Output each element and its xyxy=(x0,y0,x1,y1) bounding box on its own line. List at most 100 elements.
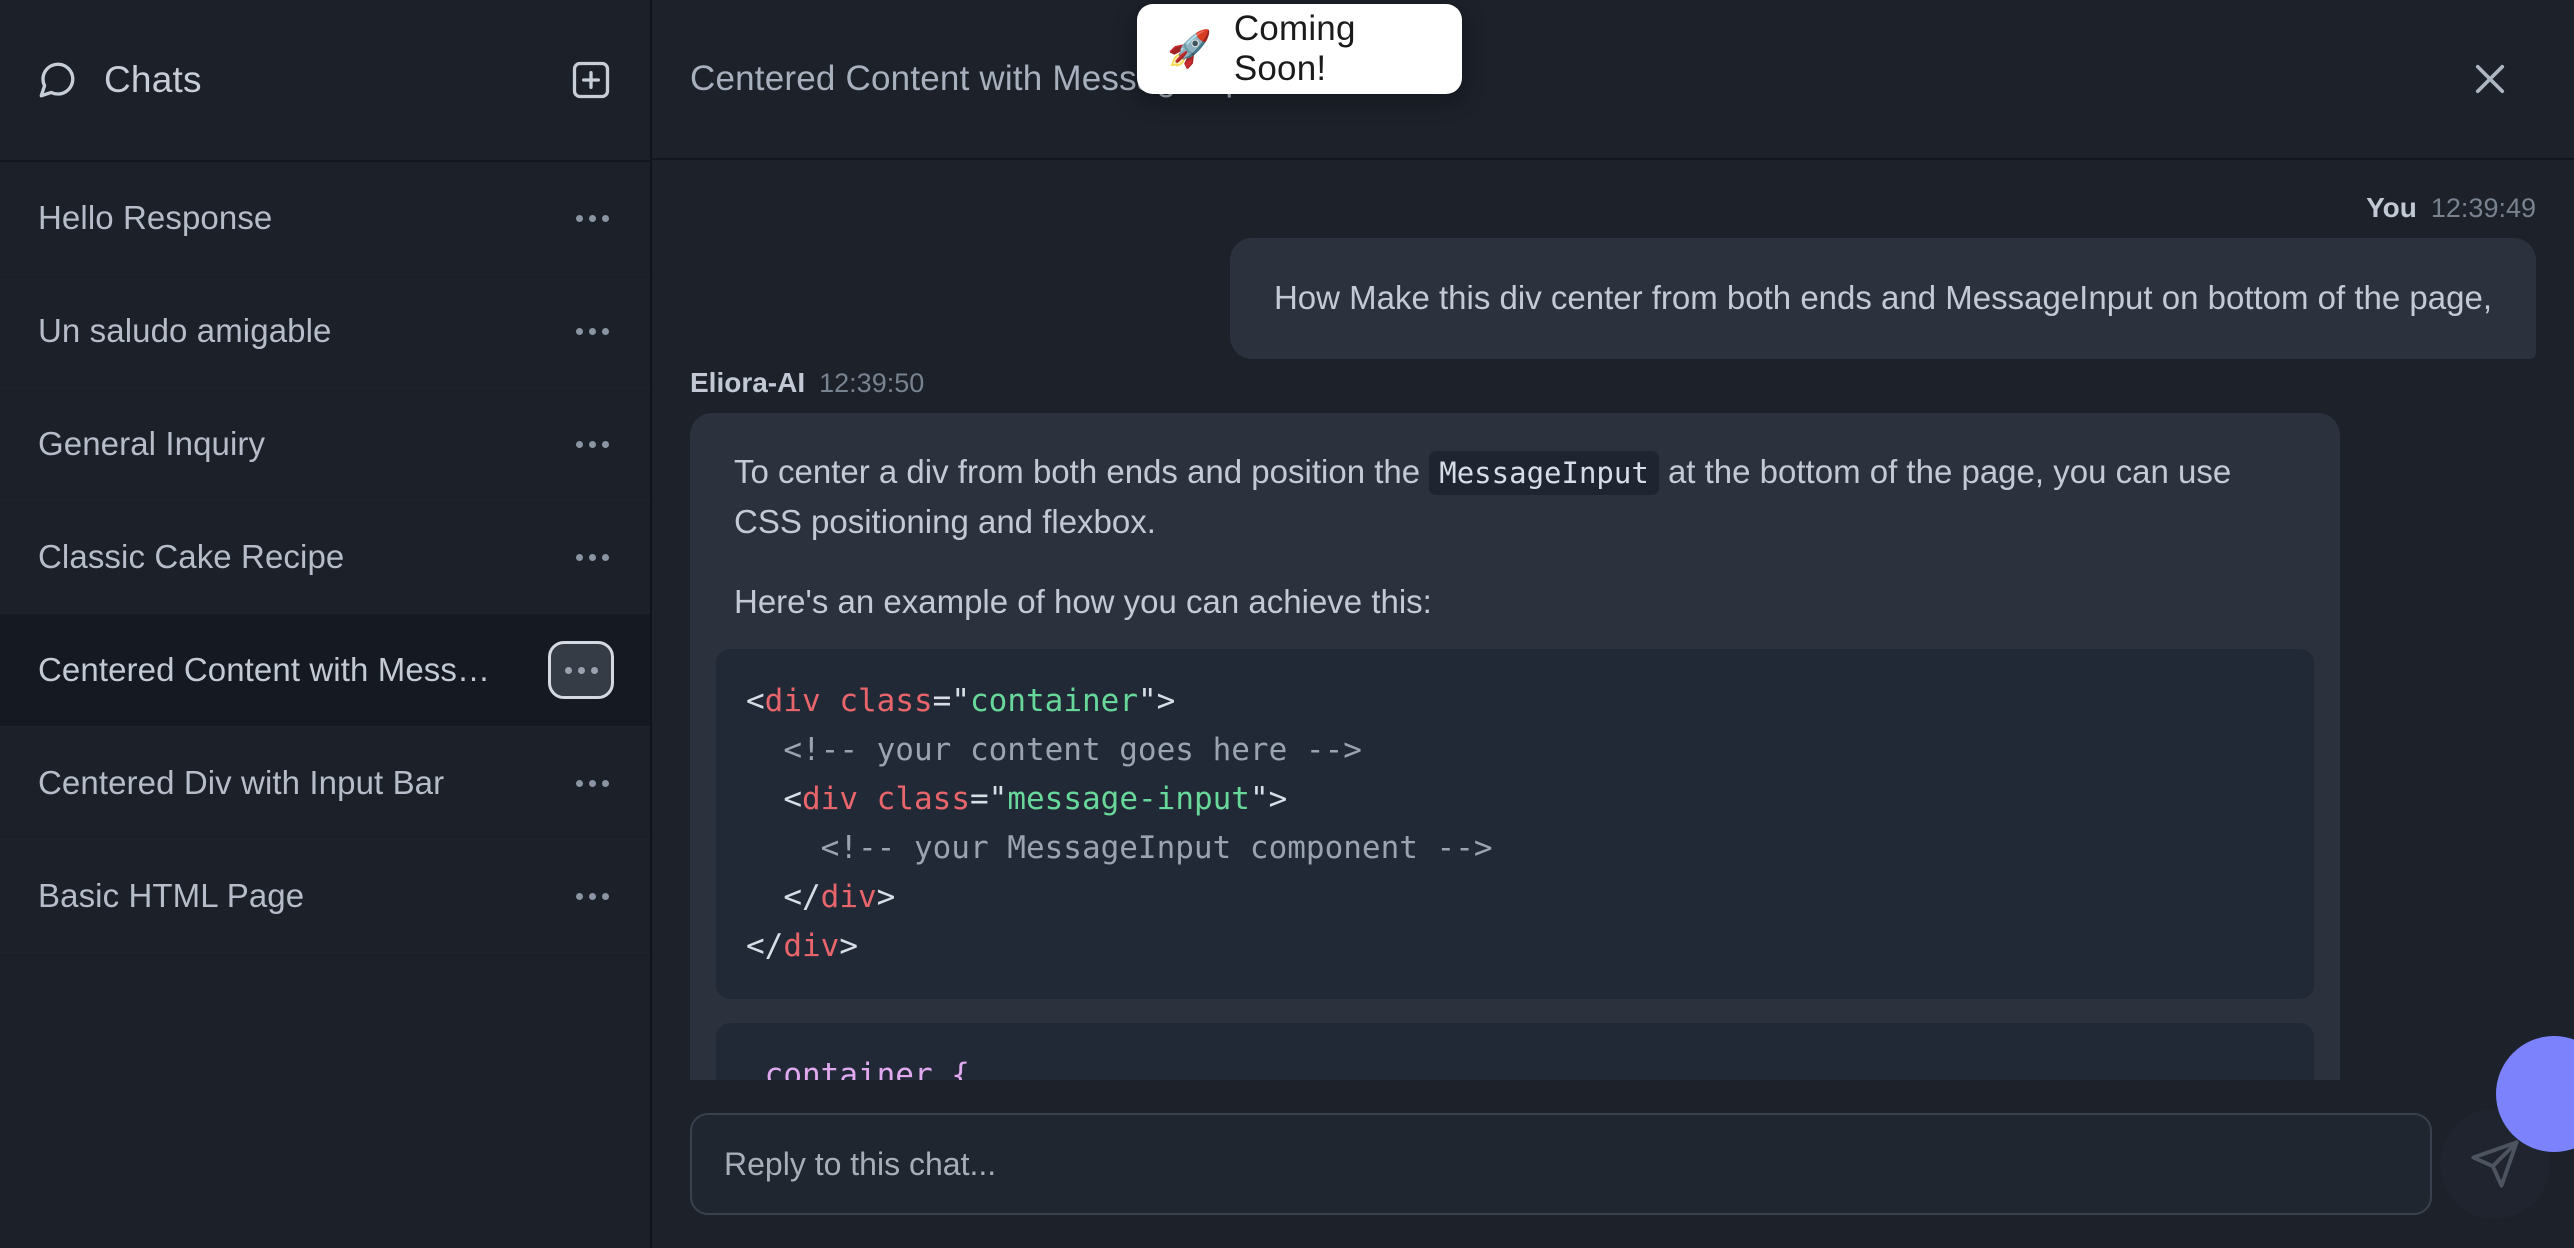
code-token-punct: "> xyxy=(1249,780,1288,817)
toast-message: Coming Soon! xyxy=(1233,9,1356,88)
chat-item-options-icon[interactable] xyxy=(570,422,614,466)
dot xyxy=(564,666,572,674)
dot xyxy=(601,214,609,222)
dot xyxy=(601,779,609,787)
chat-item-options-icon[interactable] xyxy=(548,641,614,699)
code-token-attr: class xyxy=(839,683,933,720)
code-token-punct: </ xyxy=(746,927,784,964)
chat-list-item[interactable]: Hello Response xyxy=(0,162,650,275)
code-token-punct: " xyxy=(988,780,1008,817)
code-token-punct: "> xyxy=(1138,683,1176,720)
dot xyxy=(575,779,583,787)
app-root: Chats Hello Response Un saludo amigable Ge… xyxy=(0,0,2574,1248)
code-token-punct: < xyxy=(783,780,802,817)
dot xyxy=(575,892,583,900)
toast-notification[interactable]: 🚀 Coming Soon! xyxy=(1137,4,1462,94)
dot xyxy=(601,440,609,448)
dot xyxy=(588,440,596,448)
message-composer xyxy=(652,1080,2574,1248)
dot xyxy=(588,214,596,222)
chat-list-item-label: Hello Response xyxy=(38,199,273,236)
dot xyxy=(577,666,585,674)
dot xyxy=(588,892,596,900)
chat-header: Centered Content with MessageInput xyxy=(652,0,2574,160)
message-row-assistant: Eliora-AI 12:39:50 To center a div from … xyxy=(690,359,2536,1080)
message-author: You xyxy=(2366,192,2417,223)
code-token-tag: div xyxy=(783,927,840,964)
chat-item-options-icon[interactable] xyxy=(570,874,614,918)
code-block-html[interactable]: <div class="container"> <!-- your conten… xyxy=(716,649,2314,999)
dot xyxy=(575,440,583,448)
chat-list: Hello Response Un saludo amigable General … xyxy=(0,162,650,1248)
code-token-punct: " xyxy=(951,683,971,720)
chat-item-options-icon[interactable] xyxy=(570,309,614,353)
code-token-attr: class xyxy=(876,780,970,817)
dot xyxy=(588,553,596,561)
code-token-punct xyxy=(858,781,877,817)
message-meta-user: You 12:39:49 xyxy=(2366,192,2536,224)
sidebar-title: Chats xyxy=(104,59,202,100)
code-token-punct: </ xyxy=(783,878,821,915)
dot xyxy=(588,779,596,787)
code-token-eq: = xyxy=(970,780,989,817)
chat-sidebar: Chats Hello Response Un saludo amigable Ge… xyxy=(0,0,652,1248)
message-row-user: You 12:39:49 How Make this div center fr… xyxy=(690,184,2536,359)
dot xyxy=(601,892,609,900)
assistant-paragraph-1: To center a div from both ends and posit… xyxy=(690,447,2340,547)
message-bubble-user: How Make this div center from both ends … xyxy=(1229,238,2536,359)
dot xyxy=(601,553,609,561)
chat-main-panel: Centered Content with MessageInput You 1… xyxy=(652,0,2574,1248)
sidebar-header-left: Chats xyxy=(36,59,202,101)
code-token-tag: div xyxy=(820,878,877,915)
dot xyxy=(575,214,583,222)
code-token-tag: div xyxy=(802,780,858,817)
dot xyxy=(588,327,596,335)
chat-bubble-icon xyxy=(36,59,78,101)
code-token-str: container xyxy=(970,683,1138,720)
reply-input[interactable] xyxy=(690,1113,2432,1215)
dot xyxy=(575,327,583,335)
assistant-paragraph-2: Here's an example of how you can achieve… xyxy=(734,582,1432,620)
new-chat-plus-icon[interactable] xyxy=(568,57,614,103)
code-token-comment: <!-- your content goes here --> xyxy=(783,731,1362,768)
chat-list-item[interactable]: Basic HTML Page xyxy=(0,840,650,953)
chat-list-item-label: General Inquiry xyxy=(38,425,266,462)
chat-list-item-label: Un saludo amigable xyxy=(38,312,332,349)
chat-list-item[interactable]: Centered Div with Input Bar xyxy=(0,727,650,840)
chat-list-item-label: Centered Content with Messag... xyxy=(38,651,508,688)
chat-list-item-label: Classic Cake Recipe xyxy=(38,538,345,575)
code-token-comment: <!-- your MessageInput component --> xyxy=(820,829,1493,866)
close-x-icon[interactable] xyxy=(2460,49,2520,109)
chat-item-options-icon[interactable] xyxy=(570,535,614,579)
code-token-punct: > xyxy=(839,927,858,964)
dot xyxy=(575,553,583,561)
chat-list-item-label: Basic HTML Page xyxy=(38,877,305,914)
message-meta-assistant: Eliora-AI 12:39:50 xyxy=(690,367,924,399)
chat-list-item[interactable]: Classic Cake Recipe xyxy=(0,501,650,614)
code-token-punct xyxy=(821,683,840,719)
code-token-punct: < xyxy=(746,683,765,720)
code-token-sel: .container { xyxy=(746,1056,970,1080)
message-author: Eliora-AI xyxy=(690,366,806,398)
code-token-tag: div xyxy=(764,683,821,720)
code-block-css[interactable]: .container { xyxy=(716,1022,2314,1080)
rocket-icon: 🚀 xyxy=(1167,28,1212,69)
dot xyxy=(601,327,609,335)
inline-code-messageinput: MessageInput xyxy=(1429,450,1659,495)
paragraph-text-lead: To center a div from both ends and posit… xyxy=(734,452,1421,490)
message-bubble-assistant: To center a div from both ends and posit… xyxy=(690,412,2340,1080)
chat-list-item[interactable]: Centered Content with Messag... xyxy=(0,614,650,727)
code-token-str: message-input xyxy=(1007,780,1250,817)
message-timestamp: 12:39:49 xyxy=(2430,193,2536,223)
chat-item-options-icon[interactable] xyxy=(570,761,614,805)
code-token-punct: > xyxy=(876,878,896,915)
message-timestamp: 12:39:50 xyxy=(819,367,925,398)
chat-list-item[interactable]: General Inquiry xyxy=(0,388,650,501)
chat-list-item-label: Centered Div with Input Bar xyxy=(38,764,445,801)
chat-item-options-icon[interactable] xyxy=(570,196,614,240)
sidebar-header: Chats xyxy=(0,0,650,162)
dot xyxy=(590,666,598,674)
message-list[interactable]: You 12:39:49 How Make this div center fr… xyxy=(652,160,2574,1080)
chat-list-item[interactable]: Un saludo amigable xyxy=(0,275,650,388)
code-token-eq: = xyxy=(932,683,952,720)
